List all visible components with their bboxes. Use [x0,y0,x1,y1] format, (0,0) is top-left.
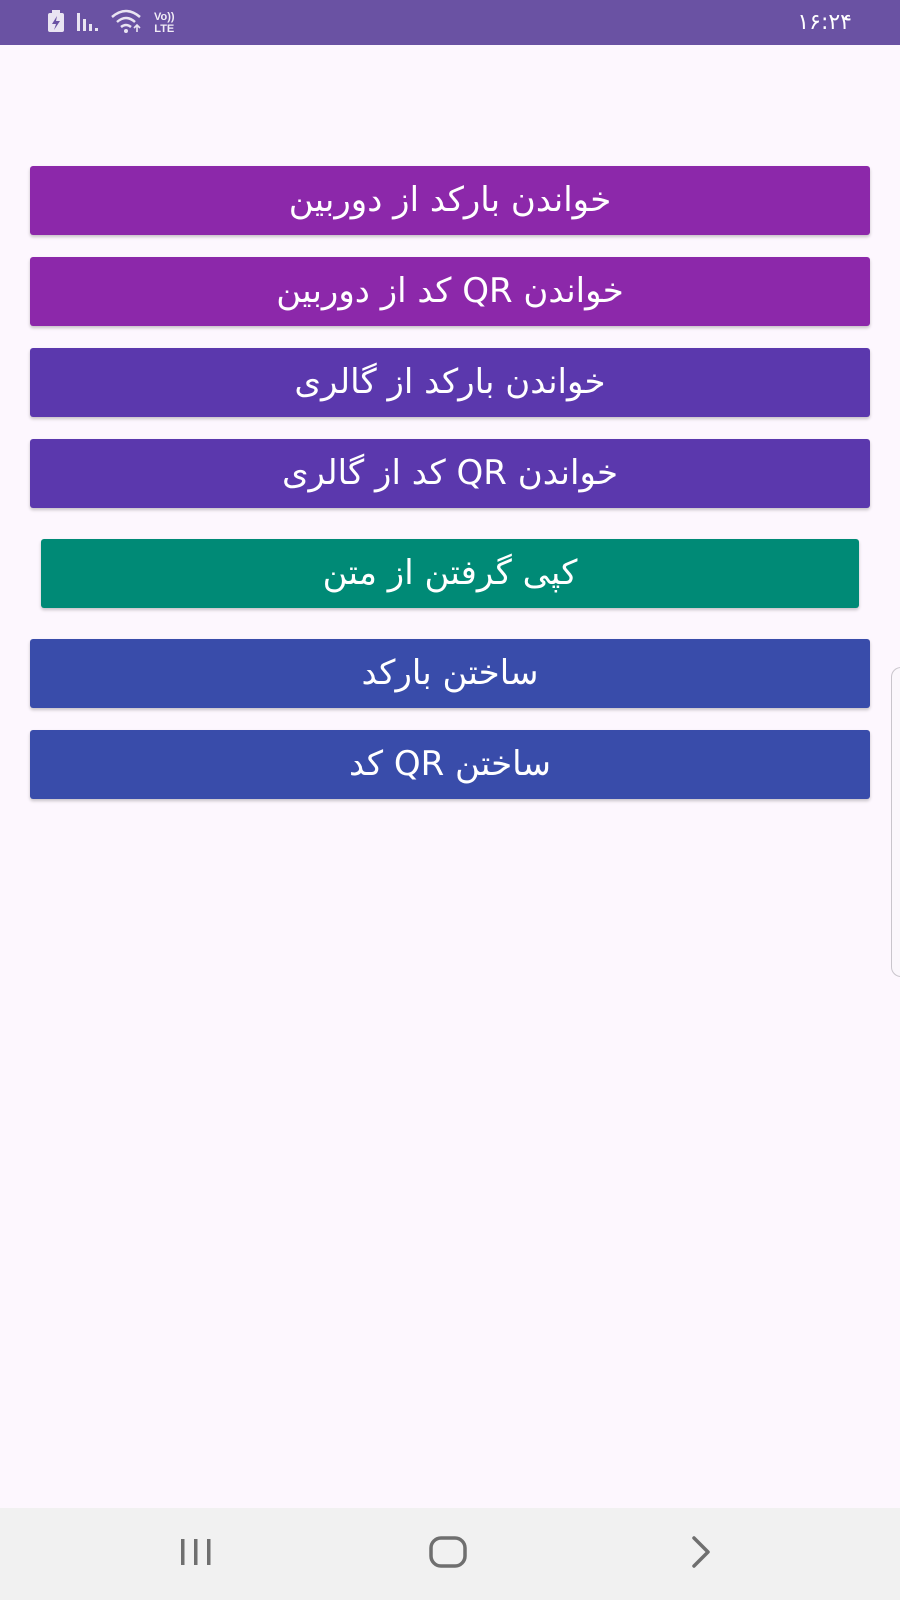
volte-icon: Vo)) LTE [154,11,175,35]
recent-apps-icon [178,1537,214,1571]
signal-icon [76,10,100,36]
home-icon [428,1535,468,1573]
read-qr-gallery-button[interactable]: خواندن QR کد از گالری [30,439,870,508]
status-time: ۱۶:۲۴ [797,10,852,35]
back-icon [686,1535,714,1573]
create-qr-button[interactable]: ساختن QR کد [30,730,870,799]
status-bar: Vo)) LTE ۱۶:۲۴ [0,0,900,45]
button-label: خواندن QR کد از گالری [281,453,619,493]
button-label: ساختن QR کد [348,744,552,784]
navigation-bar [0,1508,900,1600]
button-label: خواندن بارکد از گالری [294,362,606,402]
status-icons: Vo)) LTE [46,8,175,38]
battery-saver-icon [46,9,66,37]
button-label: خواندن QR کد از دوربین [276,271,624,311]
button-label: ساختن بارکد [361,653,539,693]
wifi-icon [110,8,144,38]
button-label: کپی گرفتن از متن [322,553,578,593]
read-qr-camera-button[interactable]: خواندن QR کد از دوربین [30,257,870,326]
volte-label: Vo)) [154,11,175,23]
edge-panel-handle[interactable] [891,667,900,977]
read-barcode-gallery-button[interactable]: خواندن بارکد از گالری [30,348,870,417]
back-button[interactable] [670,1528,730,1580]
read-barcode-camera-button[interactable]: خواندن بارکد از دوربین [30,166,870,235]
create-barcode-button[interactable]: ساختن بارکد [30,639,870,708]
lte-label: LTE [154,23,175,35]
home-button[interactable] [418,1528,478,1580]
recent-apps-button[interactable] [166,1528,226,1580]
copy-text-button[interactable]: کپی گرفتن از متن [41,539,859,608]
button-label: خواندن بارکد از دوربین [288,180,612,220]
